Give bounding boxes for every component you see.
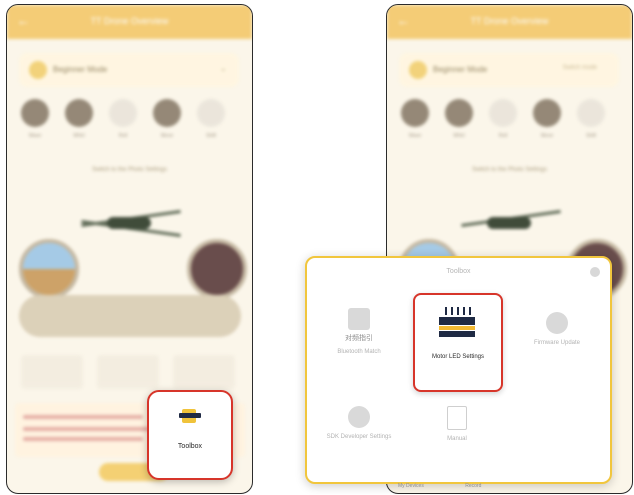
- tool-firmware-update[interactable]: Firmware Update: [517, 312, 597, 346]
- tip-line: [23, 415, 143, 419]
- bottom-tab-bar: My Devices Record: [398, 483, 481, 489]
- quick-action-label: Whirl: [73, 133, 85, 139]
- quick-action-label: Wave: [408, 133, 422, 139]
- quick-action-wave-button[interactable]: [401, 99, 429, 127]
- quick-action-shift-button[interactable]: [197, 99, 225, 127]
- drone-image: [107, 217, 151, 229]
- photo-settings-link[interactable]: Switch to the Photo Settings: [387, 167, 632, 173]
- quick-action-move-button[interactable]: [533, 99, 561, 127]
- mode-selector[interactable]: Beginner Mode ⌄: [19, 53, 239, 87]
- stat-card: [97, 355, 159, 389]
- photo-settings-link[interactable]: Switch to the Photo Settings: [7, 167, 252, 173]
- document-icon: [447, 406, 467, 430]
- avatar: [29, 61, 47, 79]
- quick-action-label: Roll: [498, 133, 508, 139]
- quick-action-roll-button[interactable]: [489, 99, 517, 127]
- tool-label: Manual: [447, 436, 467, 442]
- tool-bluetooth-match[interactable]: 对频指引 Bluetooth Match: [319, 308, 399, 355]
- switch-mode-text: Switch mode: [562, 65, 597, 71]
- drone-image: [487, 217, 531, 229]
- led-lightbar-icon-stripe: [439, 326, 475, 330]
- quick-action-whirl-button[interactable]: [445, 99, 473, 127]
- tool-label: Firmware Update: [533, 340, 580, 346]
- chevron-down-icon: ⌄: [219, 63, 227, 73]
- quick-action-label: Shift: [585, 133, 596, 139]
- tool-label: Bluetooth Match: [337, 349, 381, 355]
- mode-label: Beginner Mode: [433, 65, 488, 74]
- mode-label: Beginner Mode: [53, 65, 108, 74]
- tip-line: [23, 427, 153, 431]
- quick-action-label: Move: [540, 133, 554, 139]
- quick-action-label: Move: [160, 133, 174, 139]
- toolbox-button-label: Toolbox: [177, 443, 203, 450]
- tool-label-cn: 对频指引: [345, 335, 373, 342]
- toolbox-icon-bar: [179, 413, 201, 418]
- tab-record[interactable]: Record: [465, 483, 481, 489]
- screen-title: TT Drone Overview: [90, 16, 169, 26]
- blurred-background-left: ← TT Drone Overview Beginner Mode ⌄ Wave…: [7, 5, 252, 481]
- toolbox-button[interactable]: Toolbox: [147, 390, 233, 480]
- tool-label: Motor LED Settings: [431, 354, 485, 360]
- led-lightbar-icon-top: [439, 317, 475, 325]
- takeoff-button[interactable]: [19, 295, 241, 337]
- header-bar: ← TT Drone Overview: [387, 5, 632, 39]
- quick-action-label: Wave: [28, 133, 42, 139]
- quick-action-move-button[interactable]: [153, 99, 181, 127]
- compass-gauge: [187, 239, 247, 299]
- quick-action-label: Shift: [205, 133, 216, 139]
- tool-label: SDK Developer Settings: [326, 434, 392, 440]
- screen-title: TT Drone Overview: [470, 16, 549, 26]
- quick-action-label: Whirl: [453, 133, 465, 139]
- quick-action-whirl-button[interactable]: [65, 99, 93, 127]
- pairing-icon: [348, 308, 370, 330]
- mode-selector[interactable]: Beginner Mode Switch mode: [399, 53, 619, 87]
- tip-line: [23, 437, 143, 441]
- stat-card: [173, 355, 235, 389]
- stat-card: [21, 355, 83, 389]
- led-lightbar-icon-bottom: [439, 331, 475, 337]
- attitude-gauge: [19, 239, 79, 299]
- close-icon[interactable]: [590, 267, 600, 277]
- tool-sdk-developer-settings[interactable]: SDK Developer Settings: [319, 406, 399, 440]
- sdk-icon: [348, 406, 370, 428]
- quick-action-shift-button[interactable]: [577, 99, 605, 127]
- settings-icon: [546, 312, 568, 334]
- quick-action-wave-button[interactable]: [21, 99, 49, 127]
- blurred-background-right: ← TT Drone Overview Beginner Mode Switch…: [387, 5, 632, 299]
- tab-my-devices[interactable]: My Devices: [398, 483, 424, 489]
- tool-manual[interactable]: Manual: [417, 406, 497, 442]
- led-lightbar-icon: [445, 307, 471, 315]
- quick-action-roll-button[interactable]: [109, 99, 137, 127]
- quick-action-label: Roll: [118, 133, 128, 139]
- toolbox-panel-title: Toolbox: [446, 268, 471, 275]
- tool-motor-led-settings[interactable]: Motor LED Settings: [413, 293, 503, 392]
- avatar: [409, 61, 427, 79]
- header-bar: ← TT Drone Overview: [7, 5, 252, 39]
